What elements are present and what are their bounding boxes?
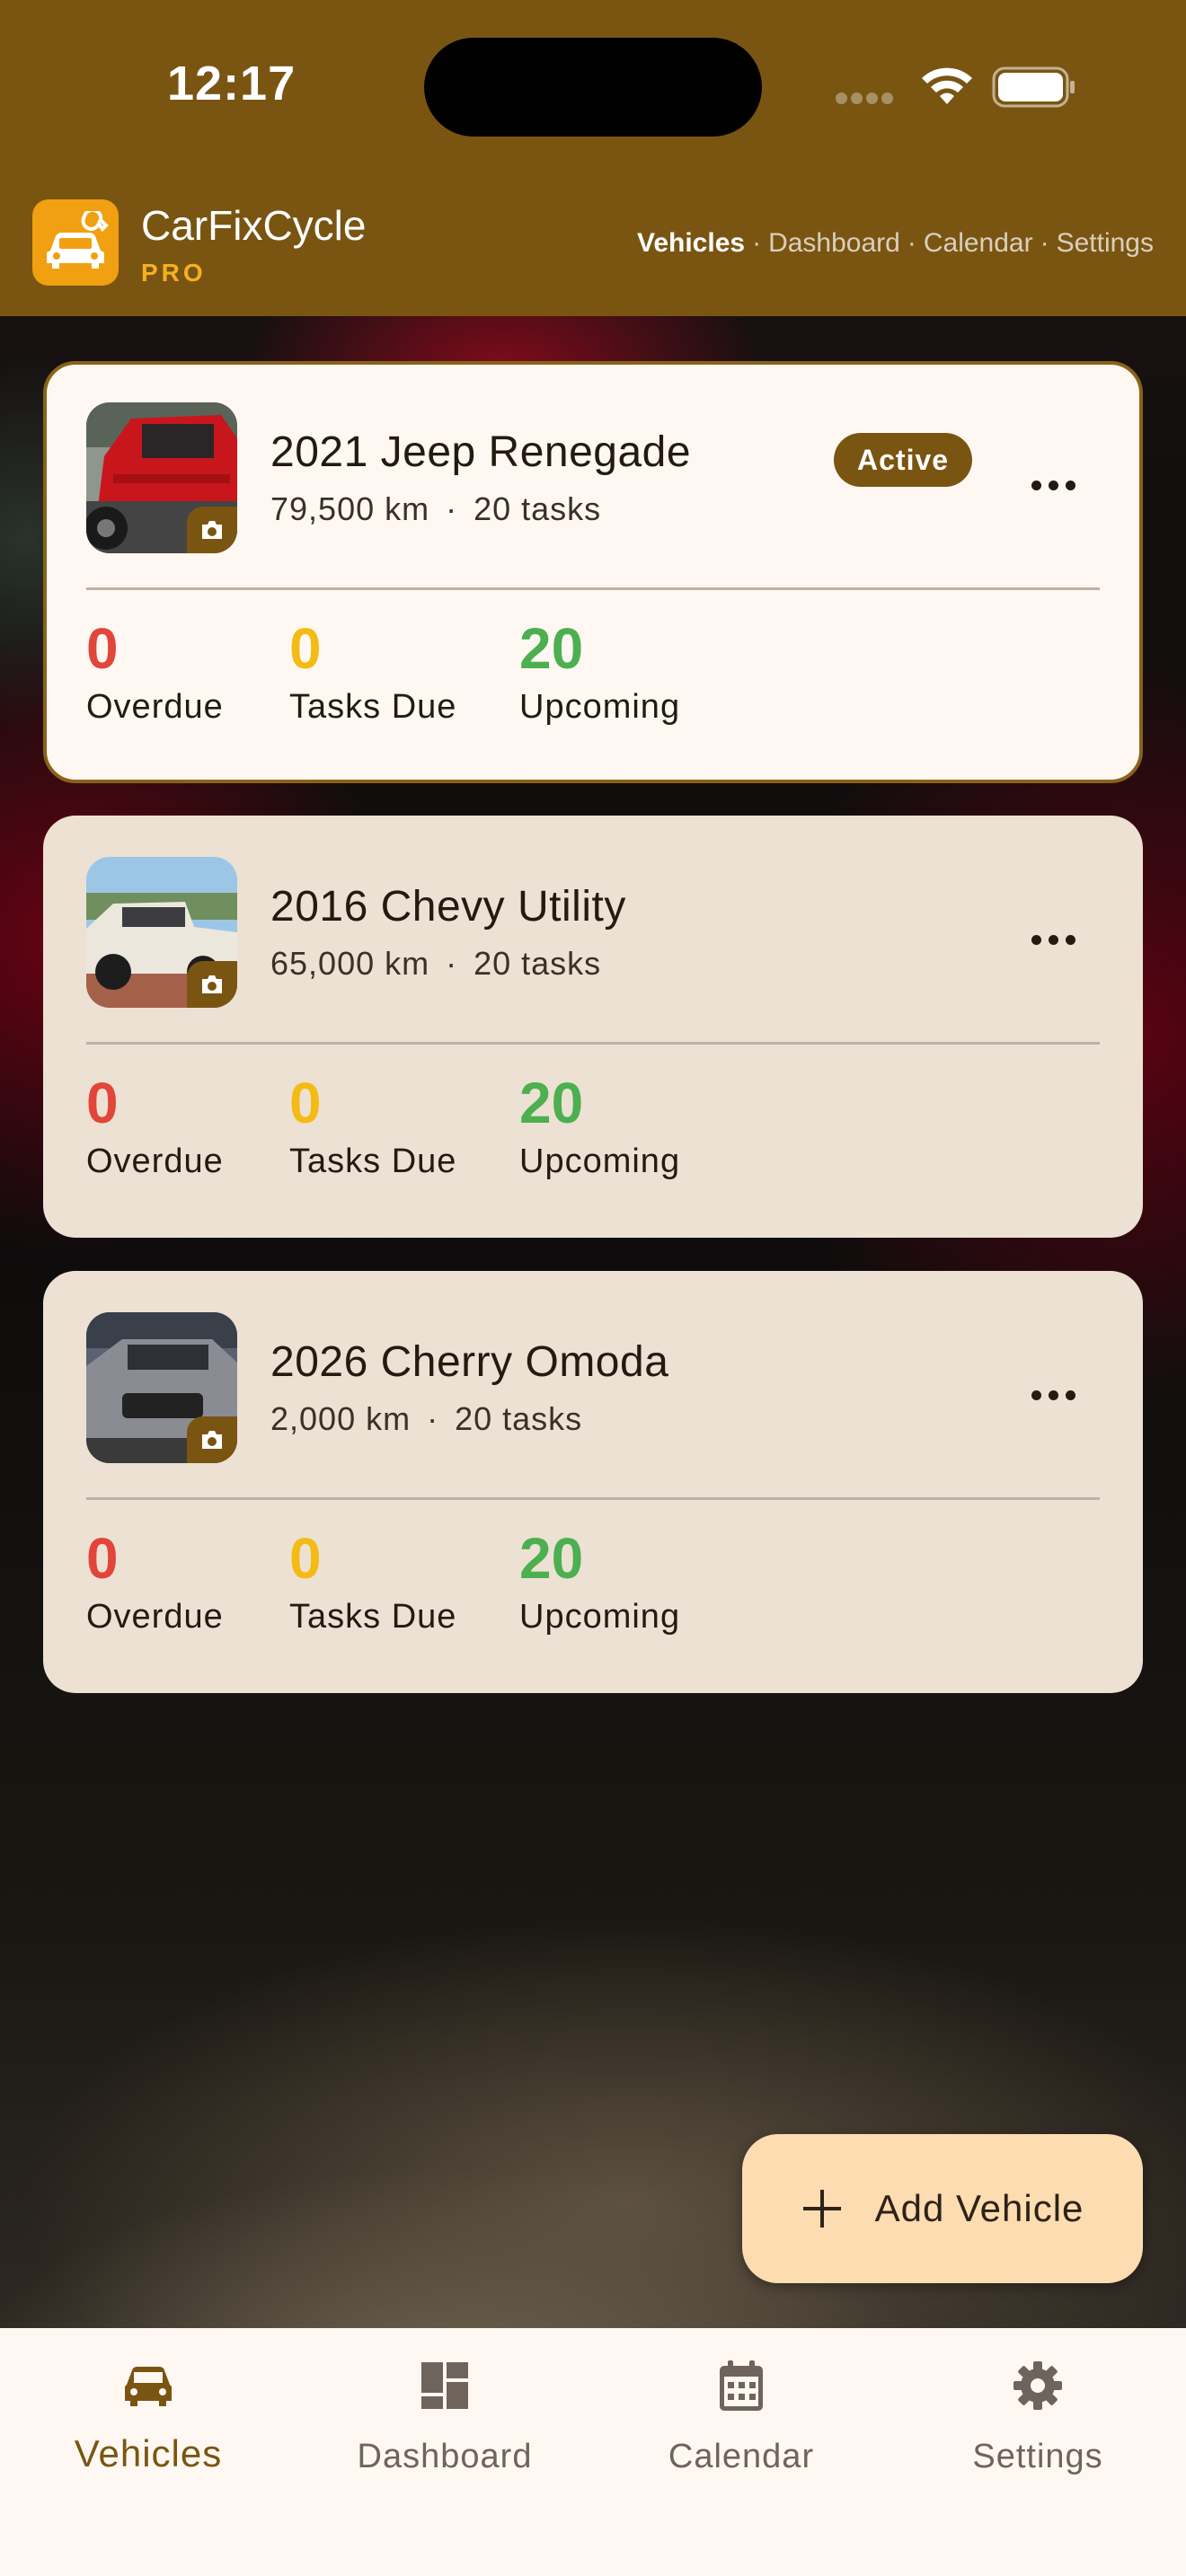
due-label: Tasks Due bbox=[289, 1142, 457, 1180]
dynamic-island bbox=[424, 38, 762, 137]
due-stat: 0 Tasks Due bbox=[289, 1522, 456, 1639]
calendar-icon bbox=[720, 2360, 763, 2411]
add-vehicle-label: Add Vehicle bbox=[874, 2187, 1084, 2229]
nav-separator: · bbox=[752, 228, 762, 258]
overdue-count: 0 bbox=[86, 616, 119, 681]
tab-label: Settings bbox=[972, 2438, 1103, 2475]
due-stat: 0 Tasks Due bbox=[289, 613, 456, 729]
meta-separator: · bbox=[446, 490, 458, 527]
vehicle-name: 2016 Chevy Utility bbox=[270, 883, 626, 931]
vehicle-name: 2021 Jeep Renegade bbox=[270, 428, 692, 476]
upcoming-label: Upcoming bbox=[519, 688, 681, 726]
overdue-count: 0 bbox=[86, 1526, 119, 1591]
upcoming-stat: 20 Upcoming bbox=[519, 1522, 680, 1639]
overdue-stat: 0 Overdue bbox=[86, 1522, 224, 1639]
meta-separator: · bbox=[427, 1400, 439, 1437]
vehicle-meta: 65,000 km · 20 tasks bbox=[270, 945, 601, 983]
overdue-label: Overdue bbox=[86, 1598, 224, 1636]
vehicle-photo[interactable] bbox=[86, 857, 237, 1008]
upcoming-label: Upcoming bbox=[519, 1142, 681, 1180]
bottom-navigation: Vehicles Dashboard Calendar Settings bbox=[0, 2328, 1186, 2576]
upcoming-count: 20 bbox=[519, 1071, 584, 1135]
app-logo bbox=[32, 199, 119, 286]
app-header: 12:17 CarFixCycle PRO Vehicles · Dashboa… bbox=[0, 0, 1186, 316]
add-vehicle-button[interactable]: Add Vehicle bbox=[742, 2134, 1143, 2283]
tab-settings[interactable]: Settings bbox=[890, 2328, 1186, 2576]
nav-separator: · bbox=[907, 228, 916, 258]
more-options-button[interactable] bbox=[1017, 467, 1089, 503]
overdue-label: Overdue bbox=[86, 1142, 224, 1180]
vehicle-photo[interactable] bbox=[86, 402, 237, 553]
vehicle-mileage: 79,500 km bbox=[270, 490, 430, 527]
battery-icon bbox=[992, 66, 1075, 108]
tab-dashboard[interactable]: Dashboard bbox=[296, 2328, 593, 2576]
vehicle-name: 2026 Cherry Omoda bbox=[270, 1338, 669, 1386]
overdue-stat: 0 Overdue bbox=[86, 613, 224, 729]
due-label: Tasks Due bbox=[289, 688, 457, 726]
divider bbox=[86, 1497, 1100, 1500]
app-name: CarFixCycle bbox=[141, 202, 367, 249]
gear-icon bbox=[1013, 2361, 1062, 2410]
upcoming-stat: 20 Upcoming bbox=[519, 1067, 680, 1184]
more-options-button[interactable] bbox=[1017, 1377, 1089, 1413]
dashboard-icon bbox=[421, 2362, 468, 2409]
vehicle-photo[interactable] bbox=[86, 1312, 237, 1463]
camera-icon[interactable] bbox=[187, 507, 237, 553]
vehicle-mileage: 65,000 km bbox=[270, 945, 430, 982]
upcoming-label: Upcoming bbox=[519, 1598, 681, 1636]
overdue-label: Overdue bbox=[86, 688, 224, 726]
header-nav-calendar[interactable]: Calendar bbox=[924, 228, 1033, 259]
vehicle-mileage: 2,000 km bbox=[270, 1400, 412, 1437]
vehicle-task-count: 20 tasks bbox=[455, 1400, 583, 1437]
due-count: 0 bbox=[289, 1071, 322, 1135]
upcoming-stat: 20 Upcoming bbox=[519, 613, 680, 729]
vehicle-card[interactable]: 2016 Chevy Utility 65,000 km · 20 tasks 0 … bbox=[43, 816, 1143, 1238]
nav-separator: · bbox=[1040, 228, 1049, 258]
app-tier-label: PRO bbox=[141, 259, 207, 287]
overdue-stat: 0 Overdue bbox=[86, 1067, 224, 1184]
upcoming-count: 20 bbox=[519, 1526, 584, 1591]
upcoming-count: 20 bbox=[519, 616, 584, 681]
overdue-count: 0 bbox=[86, 1071, 119, 1135]
meta-separator: · bbox=[446, 945, 458, 982]
divider bbox=[86, 1042, 1100, 1045]
tab-label: Vehicles bbox=[74, 2432, 223, 2475]
camera-icon[interactable] bbox=[187, 961, 237, 1008]
cellular-signal-icon bbox=[836, 93, 897, 109]
car-icon bbox=[125, 2367, 172, 2406]
due-count: 0 bbox=[289, 1526, 322, 1591]
wifi-icon bbox=[922, 67, 972, 104]
due-stat: 0 Tasks Due bbox=[289, 1067, 456, 1184]
status-badge: Active bbox=[834, 433, 973, 487]
tab-label: Calendar bbox=[668, 2438, 815, 2475]
status-time: 12:17 bbox=[167, 57, 296, 110]
tab-calendar[interactable]: Calendar bbox=[593, 2328, 890, 2576]
header-nav-vehicles[interactable]: Vehicles bbox=[637, 228, 745, 259]
header-nav-settings[interactable]: Settings bbox=[1057, 228, 1154, 259]
vehicle-task-count: 20 tasks bbox=[474, 945, 602, 982]
vehicle-card[interactable]: 2026 Cherry Omoda 2,000 km · 20 tasks 0 Ov… bbox=[43, 1271, 1143, 1693]
tab-label: Dashboard bbox=[357, 2438, 533, 2475]
due-count: 0 bbox=[289, 616, 322, 681]
more-options-button[interactable] bbox=[1017, 922, 1089, 957]
vehicle-card-active[interactable]: 2021 Jeep Renegade 79,500 km · 20 tasks Ac… bbox=[43, 361, 1143, 783]
vehicle-meta: 2,000 km · 20 tasks bbox=[270, 1400, 582, 1438]
vehicle-meta: 79,500 km · 20 tasks bbox=[270, 490, 601, 528]
due-label: Tasks Due bbox=[289, 1598, 457, 1636]
camera-icon[interactable] bbox=[187, 1416, 237, 1463]
divider bbox=[86, 587, 1100, 590]
vehicle-task-count: 20 tasks bbox=[474, 490, 602, 527]
header-nav: Vehicles · Dashboard · Calendar · Settin… bbox=[637, 228, 1154, 259]
car-wrench-icon bbox=[47, 211, 109, 269]
tab-vehicles[interactable]: Vehicles bbox=[0, 2328, 296, 2576]
header-nav-dashboard[interactable]: Dashboard bbox=[768, 228, 900, 259]
plus-icon bbox=[802, 2190, 841, 2228]
